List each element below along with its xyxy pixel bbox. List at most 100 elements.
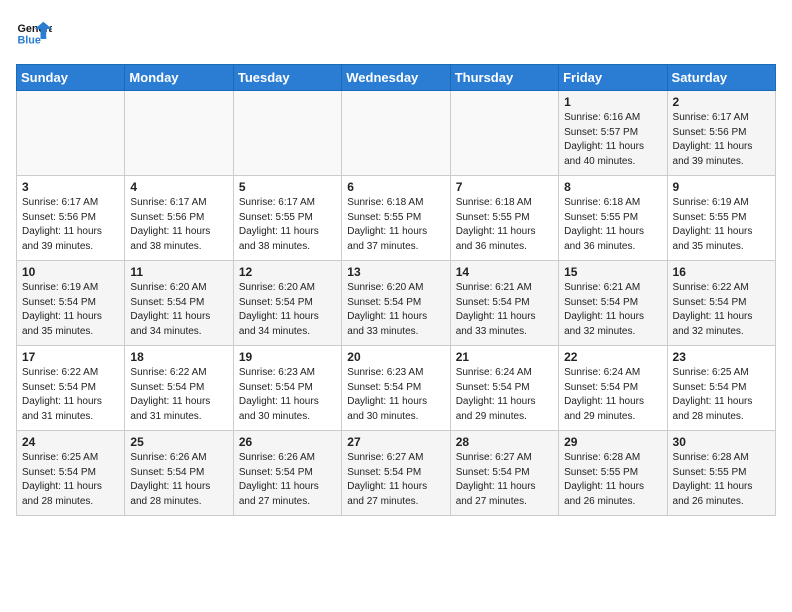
day-number: 4 bbox=[130, 180, 227, 194]
calendar-week-row: 10 Sunrise: 6:19 AM Sunset: 5:54 PM Dayli… bbox=[17, 261, 776, 346]
day-number: 21 bbox=[456, 350, 553, 364]
calendar-cell: 24 Sunrise: 6:25 AM Sunset: 5:54 PM Dayli… bbox=[17, 431, 125, 516]
calendar-cell bbox=[125, 91, 233, 176]
day-info: Sunrise: 6:23 AM Sunset: 5:54 PM Dayligh… bbox=[347, 366, 444, 424]
day-number: 9 bbox=[673, 180, 770, 194]
day-info: Sunrise: 6:17 AM Sunset: 5:56 PM Dayligh… bbox=[22, 196, 119, 254]
day-number: 2 bbox=[673, 95, 770, 109]
day-number: 24 bbox=[22, 435, 119, 449]
calendar-cell: 7 Sunrise: 6:18 AM Sunset: 5:55 PM Daylig… bbox=[450, 176, 558, 261]
weekday-header-row: SundayMondayTuesdayWednesdayThursdayFrid… bbox=[17, 65, 776, 91]
day-number: 11 bbox=[130, 265, 227, 279]
header: General Blue bbox=[16, 16, 776, 52]
day-number: 6 bbox=[347, 180, 444, 194]
day-info: Sunrise: 6:24 AM Sunset: 5:54 PM Dayligh… bbox=[456, 366, 553, 424]
calendar-cell: 3 Sunrise: 6:17 AM Sunset: 5:56 PM Daylig… bbox=[17, 176, 125, 261]
day-number: 19 bbox=[239, 350, 336, 364]
calendar-cell: 25 Sunrise: 6:26 AM Sunset: 5:54 PM Dayli… bbox=[125, 431, 233, 516]
day-info: Sunrise: 6:27 AM Sunset: 5:54 PM Dayligh… bbox=[456, 451, 553, 509]
day-info: Sunrise: 6:16 AM Sunset: 5:57 PM Dayligh… bbox=[564, 111, 661, 169]
calendar-cell: 26Sunrise: 6:26 AM Sunset: 5:54 PM Dayli… bbox=[233, 431, 341, 516]
day-number: 30 bbox=[673, 435, 770, 449]
weekday-header-tuesday: Tuesday bbox=[233, 65, 341, 91]
day-info: Sunrise: 6:17 AM Sunset: 5:55 PM Dayligh… bbox=[239, 196, 336, 254]
calendar-cell: 30Sunrise: 6:28 AM Sunset: 5:55 PM Dayli… bbox=[667, 431, 775, 516]
calendar-cell: 19 Sunrise: 6:23 AM Sunset: 5:54 PM Dayli… bbox=[233, 346, 341, 431]
day-info: Sunrise: 6:26 AM Sunset: 5:54 PM Dayligh… bbox=[130, 451, 227, 509]
weekday-header-saturday: Saturday bbox=[667, 65, 775, 91]
day-number: 23 bbox=[673, 350, 770, 364]
day-number: 13 bbox=[347, 265, 444, 279]
page-container: General Blue SundayMondayTuesdayWednesda… bbox=[0, 0, 792, 524]
calendar-cell: 11 Sunrise: 6:20 AM Sunset: 5:54 PM Dayli… bbox=[125, 261, 233, 346]
svg-text:Blue: Blue bbox=[17, 34, 40, 46]
calendar-cell bbox=[17, 91, 125, 176]
day-info: Sunrise: 6:19 AM Sunset: 5:55 PM Dayligh… bbox=[673, 196, 770, 254]
calendar-cell: 9 Sunrise: 6:19 AM Sunset: 5:55 PM Daylig… bbox=[667, 176, 775, 261]
calendar-cell: 16 Sunrise: 6:22 AM Sunset: 5:54 PM Dayli… bbox=[667, 261, 775, 346]
calendar-cell: 27Sunrise: 6:27 AM Sunset: 5:54 PM Dayli… bbox=[342, 431, 450, 516]
day-info: Sunrise: 6:22 AM Sunset: 5:54 PM Dayligh… bbox=[673, 281, 770, 339]
day-number: 12 bbox=[239, 265, 336, 279]
day-number: 14 bbox=[456, 265, 553, 279]
day-info: Sunrise: 6:23 AM Sunset: 5:54 PM Dayligh… bbox=[239, 366, 336, 424]
day-info: Sunrise: 6:19 AM Sunset: 5:54 PM Dayligh… bbox=[22, 281, 119, 339]
day-number: 20 bbox=[347, 350, 444, 364]
calendar-table: SundayMondayTuesdayWednesdayThursdayFrid… bbox=[16, 64, 776, 516]
day-info: Sunrise: 6:17 AM Sunset: 5:56 PM Dayligh… bbox=[130, 196, 227, 254]
calendar-cell: 20 Sunrise: 6:23 AM Sunset: 5:54 PM Dayli… bbox=[342, 346, 450, 431]
day-info: Sunrise: 6:21 AM Sunset: 5:54 PM Dayligh… bbox=[564, 281, 661, 339]
day-info: Sunrise: 6:27 AM Sunset: 5:54 PM Dayligh… bbox=[347, 451, 444, 509]
day-info: Sunrise: 6:25 AM Sunset: 5:54 PM Dayligh… bbox=[22, 451, 119, 509]
day-info: Sunrise: 6:28 AM Sunset: 5:55 PM Dayligh… bbox=[564, 451, 661, 509]
weekday-header-thursday: Thursday bbox=[450, 65, 558, 91]
calendar-cell bbox=[233, 91, 341, 176]
day-number: 28 bbox=[456, 435, 553, 449]
calendar-cell: 14Sunrise: 6:21 AM Sunset: 5:54 PM Dayli… bbox=[450, 261, 558, 346]
day-info: Sunrise: 6:24 AM Sunset: 5:54 PM Dayligh… bbox=[564, 366, 661, 424]
day-number: 10 bbox=[22, 265, 119, 279]
calendar-cell: 28 Sunrise: 6:27 AM Sunset: 5:54 PM Dayli… bbox=[450, 431, 558, 516]
calendar-cell: 22 Sunrise: 6:24 AM Sunset: 5:54 PM Dayli… bbox=[559, 346, 667, 431]
calendar-cell: 23 Sunrise: 6:25 AM Sunset: 5:54 PM Dayli… bbox=[667, 346, 775, 431]
calendar-cell: 12 Sunrise: 6:20 AM Sunset: 5:54 PM Dayli… bbox=[233, 261, 341, 346]
day-info: Sunrise: 6:20 AM Sunset: 5:54 PM Dayligh… bbox=[239, 281, 336, 339]
day-number: 17 bbox=[22, 350, 119, 364]
day-number: 5 bbox=[239, 180, 336, 194]
calendar-cell: 18Sunrise: 6:22 AM Sunset: 5:54 PM Dayli… bbox=[125, 346, 233, 431]
logo: General Blue bbox=[16, 16, 52, 52]
calendar-cell: 8 Sunrise: 6:18 AM Sunset: 5:55 PM Daylig… bbox=[559, 176, 667, 261]
day-info: Sunrise: 6:20 AM Sunset: 5:54 PM Dayligh… bbox=[130, 281, 227, 339]
day-info: Sunrise: 6:22 AM Sunset: 5:54 PM Dayligh… bbox=[22, 366, 119, 424]
calendar-cell: 2 Sunrise: 6:17 AM Sunset: 5:56 PM Daylig… bbox=[667, 91, 775, 176]
day-info: Sunrise: 6:20 AM Sunset: 5:54 PM Dayligh… bbox=[347, 281, 444, 339]
day-number: 1 bbox=[564, 95, 661, 109]
day-number: 18 bbox=[130, 350, 227, 364]
day-info: Sunrise: 6:18 AM Sunset: 5:55 PM Dayligh… bbox=[347, 196, 444, 254]
day-info: Sunrise: 6:18 AM Sunset: 5:55 PM Dayligh… bbox=[564, 196, 661, 254]
calendar-cell: 6 Sunrise: 6:18 AM Sunset: 5:55 PM Daylig… bbox=[342, 176, 450, 261]
day-number: 8 bbox=[564, 180, 661, 194]
day-number: 16 bbox=[673, 265, 770, 279]
calendar-week-row: 17 Sunrise: 6:22 AM Sunset: 5:54 PM Dayli… bbox=[17, 346, 776, 431]
weekday-header-monday: Monday bbox=[125, 65, 233, 91]
day-info: Sunrise: 6:17 AM Sunset: 5:56 PM Dayligh… bbox=[673, 111, 770, 169]
weekday-header-sunday: Sunday bbox=[17, 65, 125, 91]
logo-icon: General Blue bbox=[16, 16, 52, 52]
calendar-cell: 10 Sunrise: 6:19 AM Sunset: 5:54 PM Dayli… bbox=[17, 261, 125, 346]
day-number: 29 bbox=[564, 435, 661, 449]
day-number: 25 bbox=[130, 435, 227, 449]
day-number: 3 bbox=[22, 180, 119, 194]
calendar-week-row: 24 Sunrise: 6:25 AM Sunset: 5:54 PM Dayli… bbox=[17, 431, 776, 516]
calendar-cell: 13 Sunrise: 6:20 AM Sunset: 5:54 PM Dayli… bbox=[342, 261, 450, 346]
calendar-cell: 1 Sunrise: 6:16 AM Sunset: 5:57 PM Daylig… bbox=[559, 91, 667, 176]
day-number: 26 bbox=[239, 435, 336, 449]
weekday-header-friday: Friday bbox=[559, 65, 667, 91]
calendar-week-row: 3 Sunrise: 6:17 AM Sunset: 5:56 PM Daylig… bbox=[17, 176, 776, 261]
day-number: 22 bbox=[564, 350, 661, 364]
day-info: Sunrise: 6:18 AM Sunset: 5:55 PM Dayligh… bbox=[456, 196, 553, 254]
calendar-cell bbox=[450, 91, 558, 176]
weekday-header-wednesday: Wednesday bbox=[342, 65, 450, 91]
day-number: 7 bbox=[456, 180, 553, 194]
day-info: Sunrise: 6:25 AM Sunset: 5:54 PM Dayligh… bbox=[673, 366, 770, 424]
